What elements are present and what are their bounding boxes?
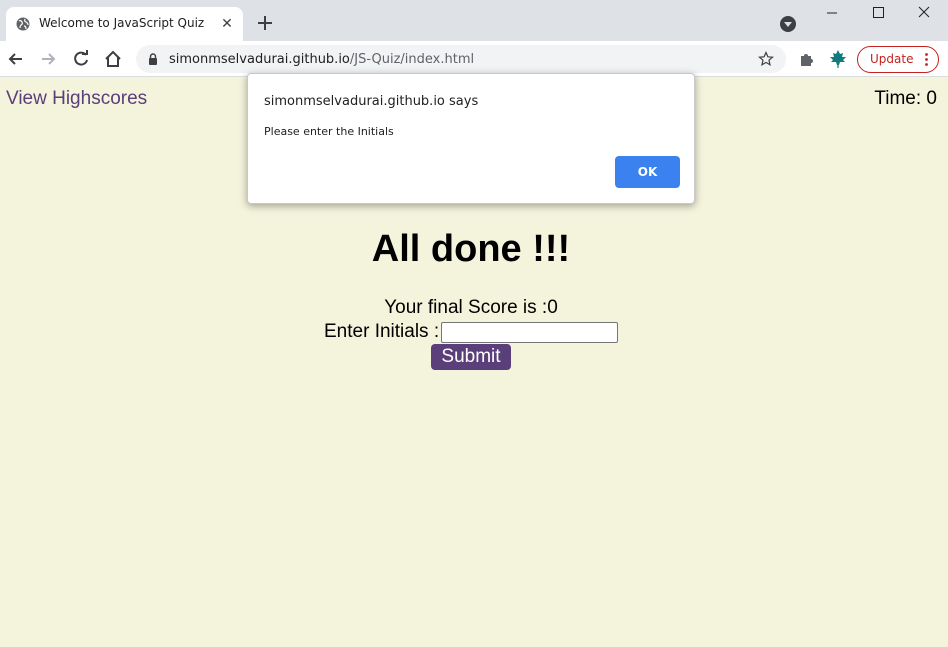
tab-title: Welcome to JavaScript Quiz (39, 16, 205, 30)
minimize-icon[interactable] (818, 4, 846, 24)
maple-leaf-icon[interactable] (828, 49, 848, 69)
forward-arrow-icon[interactable] (38, 49, 58, 69)
page-title: All done !!! (371, 228, 571, 270)
home-icon[interactable] (103, 49, 123, 69)
url-text[interactable]: simonmselvadurai.github.io/JS-Quiz/index… (169, 52, 474, 67)
menu-dots-icon (925, 53, 928, 66)
dialog-message: Please enter the Initials (264, 125, 394, 138)
tab-close-icon[interactable]: ✕ (219, 16, 235, 32)
close-window-icon[interactable] (910, 4, 938, 24)
alert-dialog: simonmselvadurai.github.io says Please e… (247, 73, 695, 204)
tab-search-icon[interactable] (780, 16, 796, 32)
back-arrow-icon[interactable] (6, 49, 26, 69)
submit-button[interactable]: Submit (431, 344, 511, 370)
globe-icon (16, 17, 30, 31)
initials-label: Enter Initials : (324, 321, 440, 342)
browser-tab[interactable]: Welcome to JavaScript Quiz ✕ (6, 7, 243, 41)
address-bar[interactable]: simonmselvadurai.github.io/JS-Quiz/index… (136, 45, 786, 73)
extensions-puzzle-icon[interactable] (798, 50, 816, 68)
tab-strip: Welcome to JavaScript Quiz ✕ (0, 0, 948, 41)
bookmark-star-icon[interactable] (758, 51, 774, 67)
new-tab-icon[interactable] (254, 12, 276, 34)
final-score: Your final Score is :0 (384, 297, 558, 318)
reload-icon[interactable] (71, 49, 91, 69)
update-label: Update (870, 52, 914, 66)
lock-icon[interactable] (148, 53, 158, 65)
initials-input[interactable] (441, 322, 618, 343)
timer: Time: 0 (874, 88, 937, 109)
update-button[interactable]: Update (857, 46, 939, 73)
dialog-title: simonmselvadurai.github.io says (264, 94, 479, 109)
view-highscores-link[interactable]: View Highscores (6, 88, 147, 110)
maximize-icon[interactable] (864, 4, 892, 24)
browser-toolbar: simonmselvadurai.github.io/JS-Quiz/index… (0, 41, 948, 77)
ok-button[interactable]: OK (615, 156, 680, 188)
